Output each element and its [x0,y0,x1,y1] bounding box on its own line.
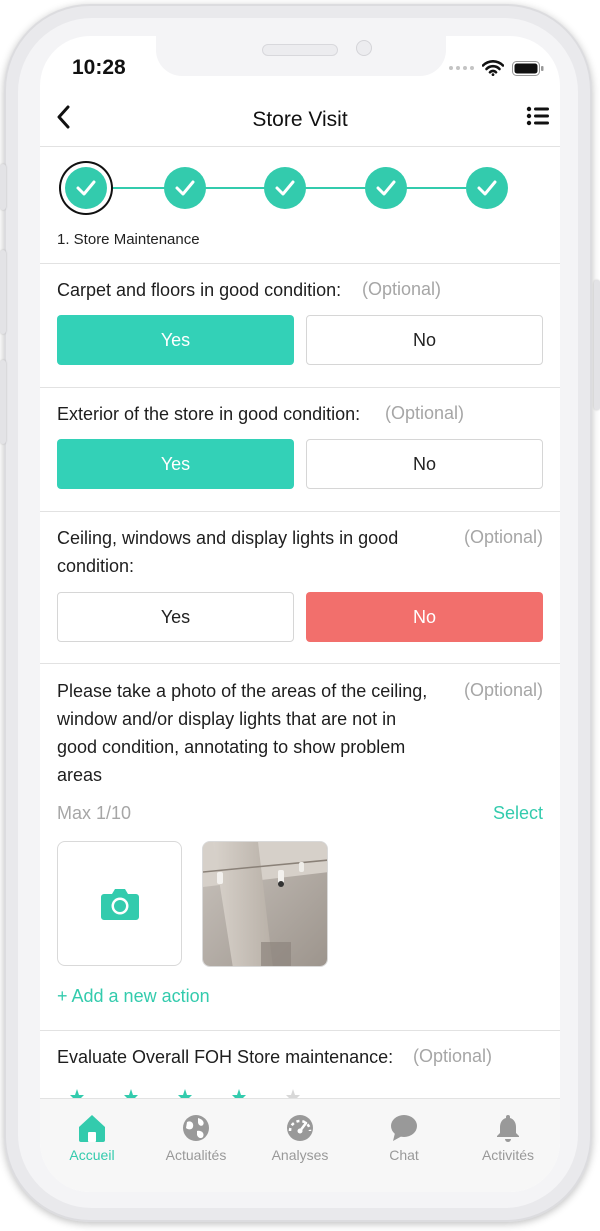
check-icon [376,180,396,196]
bell-icon [497,1115,519,1142]
check-icon [275,180,295,196]
home-icon [79,1115,105,1142]
question-text-line3: good condition, annotating to show probl… [57,737,406,757]
wifi-icon [482,60,504,76]
speaker [262,44,338,56]
optional-label: (Optional) [463,527,543,547]
chat-bubble-icon [391,1115,417,1141]
step-3[interactable] [264,167,306,209]
no-button[interactable]: No [306,315,543,365]
yes-button[interactable]: Yes [57,592,294,642]
question-photo-ceiling: Please take a photo of the areas of the … [40,664,560,1031]
check-icon [175,180,195,196]
photo-max-count: Max 1/10 [57,803,132,823]
star-icon[interactable] [124,1086,138,1099]
question-text-line4: areas [57,765,103,785]
question-exterior-store: Exterior of the store in good condition:… [40,388,560,512]
optional-label: (Optional) [362,279,442,299]
yes-button-selected[interactable]: Yes [57,315,294,365]
notch [156,36,446,76]
question-text-line1: Ceiling, windows and display lights in g… [57,528,399,548]
select-link[interactable]: Select [493,803,543,824]
optional-label: (Optional) [413,1046,493,1066]
tab-label: Analyses [271,1147,329,1163]
page-title: Store Visit [252,108,348,131]
battery-icon [512,60,544,76]
step-label: 1. Store Maintenance [57,231,200,248]
yes-button-selected[interactable]: Yes [57,439,294,489]
check-icon [76,180,96,196]
question-text: Evaluate Overall FOH Store maintenance: [57,1047,394,1067]
tab-label: Activités [481,1147,535,1163]
question-carpet-floors: Carpet and floors in good condition: (Op… [40,264,560,388]
star-icon[interactable] [232,1086,246,1099]
no-button-selected[interactable]: No [306,592,543,642]
star-icon[interactable] [178,1086,192,1099]
power-button [594,280,600,410]
navigation-bar: Store Visit [40,100,560,147]
star-icon[interactable] [70,1086,84,1099]
step-2[interactable] [164,167,206,209]
no-button[interactable]: No [306,439,543,489]
question-text-line1: Please take a photo of the areas of the … [57,681,428,701]
list-menu-icon[interactable] [526,105,550,127]
add-action-link[interactable]: + Add a new action [57,986,210,1007]
signal-icon [449,66,474,70]
status-icons [449,60,544,76]
tab-accueil[interactable]: Accueil [40,1113,144,1163]
question-ceiling-windows-lights: Ceiling, windows and display lights in g… [40,512,560,664]
globe-icon [183,1115,209,1141]
optional-label: (Optional) [385,403,465,423]
photo-thumbnail[interactable] [202,841,328,967]
tab-label: Accueil [69,1147,115,1163]
star-rating[interactable] [70,1086,300,1099]
question-text-line2: window and/or display lights that are no… [57,709,397,729]
tab-label: Chat [389,1147,419,1163]
status-time: 10:28 [72,56,126,79]
check-icon [477,180,497,196]
tab-activites[interactable]: Activités [456,1113,560,1163]
optional-label: (Optional) [463,680,543,700]
tab-analyses[interactable]: Analyses [248,1113,352,1163]
tab-actualites[interactable]: Actualités [144,1113,248,1163]
star-icon[interactable] [286,1086,300,1099]
tab-chat[interactable]: Chat [352,1113,456,1163]
front-camera [356,40,372,56]
question-text-line2: condition: [57,556,135,576]
step-4[interactable] [365,167,407,209]
step-1-current[interactable] [65,167,107,209]
camera-icon [100,888,139,920]
question-text: Carpet and floors in good condition: [57,280,342,300]
app-screen: 10:28 Store Visit 1. Store Maintenance C… [40,36,560,1192]
step-5[interactable] [466,167,508,209]
ceiling-photo-image [203,842,327,966]
volume-up-button [0,250,6,334]
add-photo-button[interactable] [57,841,182,966]
bottom-tab-bar: Accueil Actualités Analyses Chat Activit… [40,1098,560,1192]
side-button [0,164,6,210]
tab-label: Actualités [165,1147,227,1163]
question-text: Exterior of the store in good condition: [57,404,361,424]
speedometer-icon [287,1115,313,1141]
volume-down-button [0,360,6,444]
progress-stepper: 1. Store Maintenance [40,147,560,264]
